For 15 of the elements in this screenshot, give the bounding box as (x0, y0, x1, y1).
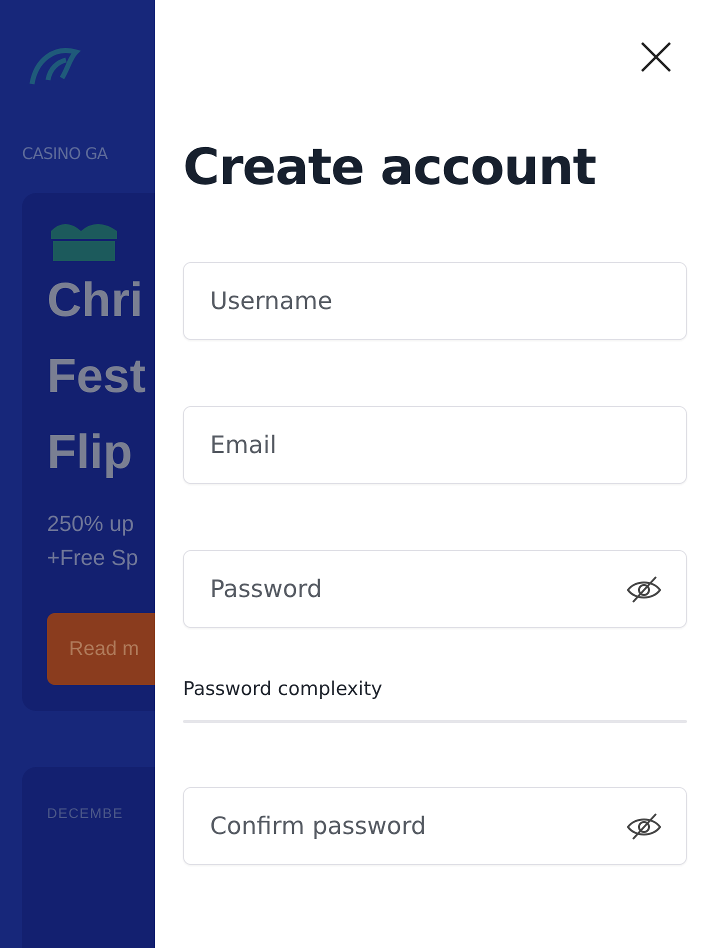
input-field[interactable]: Username (183, 262, 687, 340)
complexity-label: Password complexity (183, 678, 384, 700)
input-field[interactable]: Password (183, 550, 687, 628)
input-field[interactable]: Email (183, 406, 687, 484)
nav-label: CASINO GA (22, 144, 109, 163)
promo-text: 250% up (47, 510, 135, 538)
promo-text: +Free Sp (47, 544, 140, 572)
promo-title: Chri (47, 273, 144, 329)
promo-title: Flip (47, 425, 134, 481)
drawer-title: Create account (183, 142, 597, 192)
date-label: DECEMBE (47, 805, 124, 821)
promo-title: Fest (47, 349, 147, 405)
input-field[interactable]: Confirm password (183, 787, 687, 865)
close-button[interactable] (639, 40, 673, 74)
read-more-button[interactable]: Read m (47, 613, 155, 685)
